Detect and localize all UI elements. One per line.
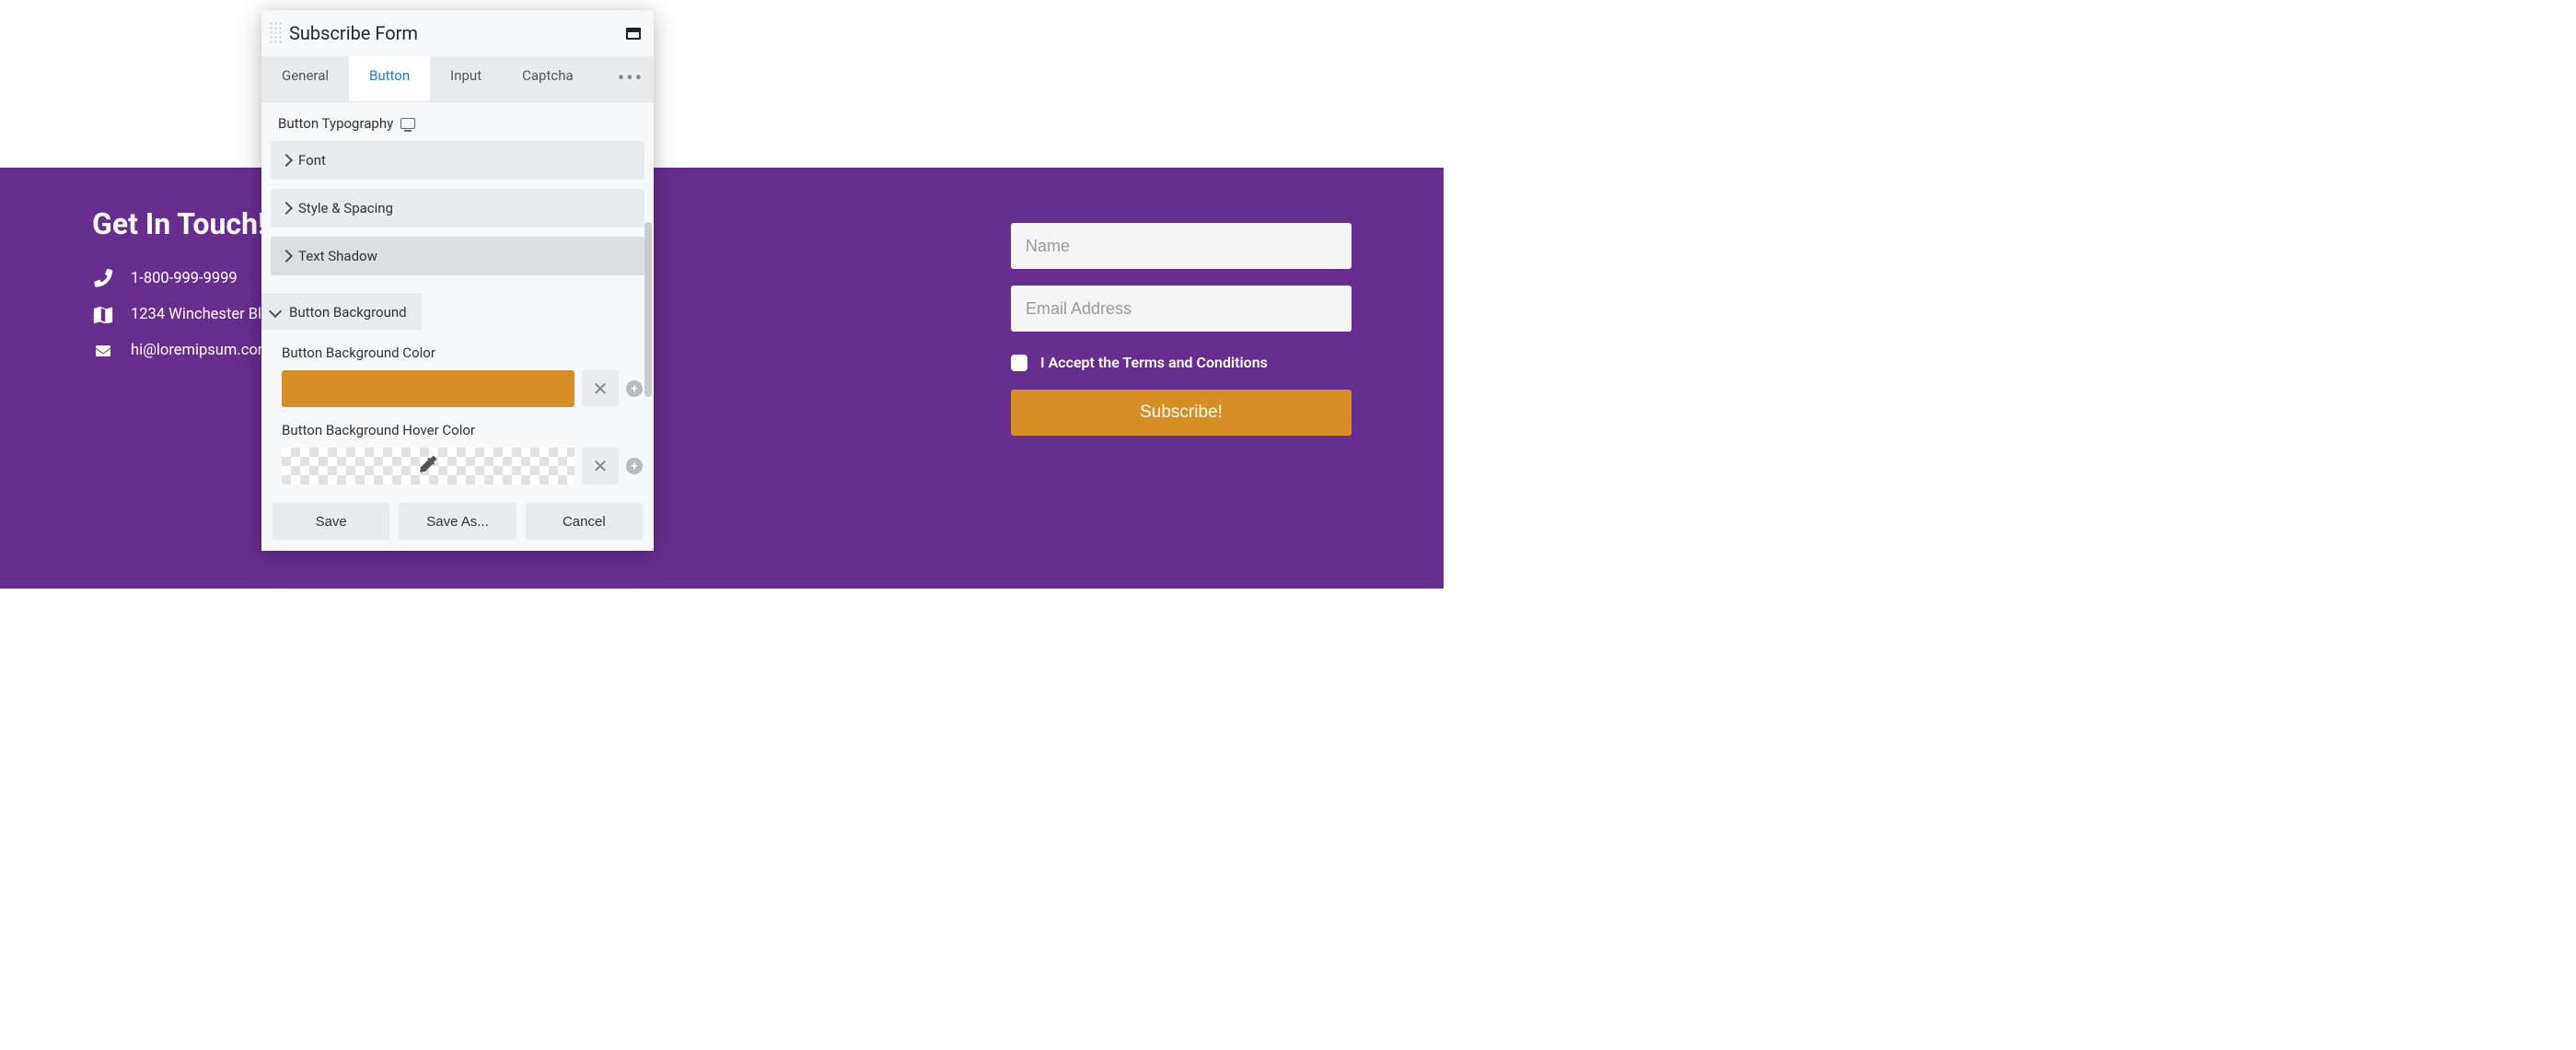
accordion-font-label: Font [298,152,326,169]
panel-header[interactable]: Subscribe Form [261,10,654,56]
subscribe-button[interactable]: Subscribe! [1011,390,1352,436]
tab-general[interactable]: General [261,56,349,101]
clear-hover-color-button[interactable]: ✕ [582,448,619,484]
scrollbar[interactable] [644,222,652,397]
terms-label: I Accept the Terms and Conditions [1040,354,1268,371]
clear-color-button[interactable]: ✕ [582,370,619,407]
accordion-text-shadow[interactable]: Text Shadow [271,237,644,275]
save-as-button[interactable]: Save As... [399,503,516,540]
accordion-style-spacing[interactable]: Style & Spacing [271,189,644,228]
accordion-shadow-label: Text Shadow [298,248,377,264]
eyedropper-icon [420,456,436,476]
tab-captcha[interactable]: Captcha [502,56,594,101]
bg-color-label: Button Background Color [282,344,643,361]
envelope-icon [92,344,114,358]
contact-email-text: hi@loremipsum.com [131,342,271,359]
chevron-right-icon [280,250,293,262]
close-icon: ✕ [593,378,609,400]
add-hover-color-button[interactable]: + [626,458,643,474]
accordion-font[interactable]: Font [271,141,644,180]
page-footer: Get In Touch! 1-800-999-9999 1234 Winche… [0,168,1444,589]
panel-tabs: General Button Input Captcha ••• [261,56,654,102]
save-button[interactable]: Save [273,503,389,540]
panel-title: Subscribe Form [289,22,626,44]
cancel-button[interactable]: Cancel [526,503,643,540]
accordion-style-label: Style & Spacing [298,200,393,216]
chevron-right-icon [280,154,293,167]
tab-button[interactable]: Button [349,56,430,101]
subscribe-form: I Accept the Terms and Conditions Subscr… [1011,223,1352,436]
map-icon [92,307,114,323]
panel-body: Button Typography Font Style & Spacing T… [261,102,654,492]
bg-section-label: Button Background [289,304,407,321]
window-mode-icon[interactable] [626,28,641,40]
chevron-down-icon [269,304,282,317]
tab-input[interactable]: Input [430,56,502,101]
typography-section-label: Button Typography [261,102,654,141]
responsive-icon[interactable] [400,118,415,129]
drag-grip-icon[interactable] [269,21,282,45]
add-color-button[interactable]: + [626,380,643,397]
phone-icon [92,269,114,287]
close-icon: ✕ [593,455,609,477]
bg-hover-swatch[interactable] [282,448,574,484]
tab-more[interactable]: ••• [608,56,654,101]
bg-section-header[interactable]: Button Background [261,294,422,330]
terms-checkbox[interactable] [1011,355,1027,371]
properties-panel: Subscribe Form General Button Input Capt… [261,10,654,551]
chevron-right-icon [280,202,293,215]
typography-section-text: Button Typography [278,115,393,132]
panel-footer: Save Save As... Cancel [261,492,654,551]
bg-hover-block: Button Background Hover Color ✕ + [261,411,654,488]
name-input[interactable] [1011,223,1352,269]
bg-hover-label: Button Background Hover Color [282,422,643,438]
contact-phone-text: 1-800-999-9999 [131,270,238,287]
bg-color-swatch[interactable] [282,370,574,407]
email-input[interactable] [1011,286,1352,332]
bg-color-block: Button Background Color ✕ + [261,330,654,411]
